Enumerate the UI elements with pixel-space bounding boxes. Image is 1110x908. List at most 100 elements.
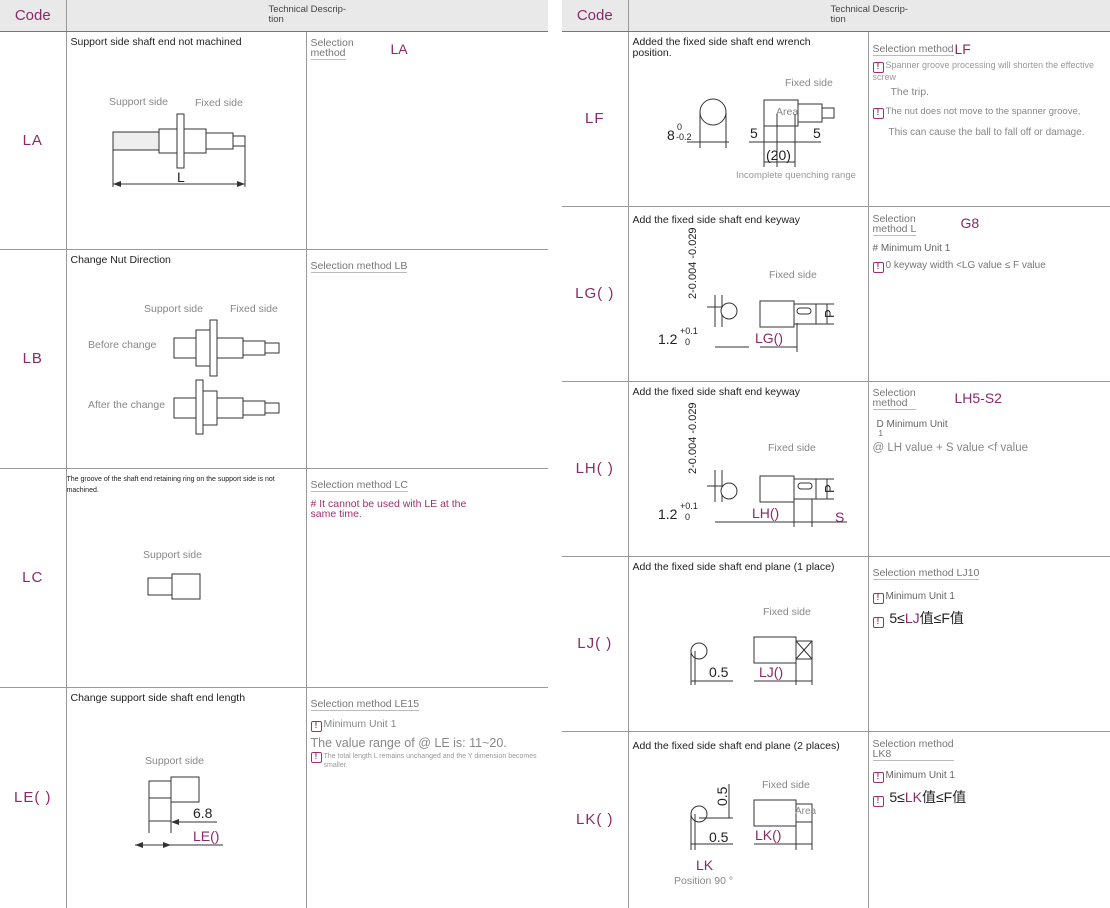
dim-lj: LJ() bbox=[759, 664, 783, 680]
label-fixed-side: Fixed side bbox=[762, 779, 810, 791]
sel-lk-title: Selection method LK8 bbox=[872, 737, 954, 761]
sel-lf-value: LF bbox=[954, 40, 971, 57]
diagram-lh: 2-0.004 -0.029 1.2 +0.1 0 Fixed side P L… bbox=[658, 402, 847, 527]
sel-lc: Selection method LC # It cannot be used … bbox=[306, 468, 548, 688]
sel-lg: Selection method L G8 # Minimum Unit 1 ! 0… bbox=[868, 206, 1110, 382]
right-header-row: Code Technical Descrip-tion bbox=[562, 0, 1110, 32]
dim-8-sup: 0 bbox=[677, 122, 682, 132]
header-description: Technical Descrip-tion bbox=[66, 0, 548, 32]
label-fixed-side: Fixed side bbox=[768, 442, 816, 454]
exclamation-box-icon: ! bbox=[310, 720, 322, 732]
sel-lh: Selection method LH5-S2 D Minimum Unit 1 @… bbox=[868, 381, 1110, 557]
desc-lg: Add the fixed side shaft end keyway 2-0.… bbox=[628, 206, 869, 382]
desc-lc: The groove of the shaft end retaining ri… bbox=[66, 468, 307, 688]
left-header-row: Code Technical Descrip-tion bbox=[0, 0, 548, 32]
sel-lj-title: Selection method LJ10 bbox=[872, 566, 980, 580]
sel-lj: Selection method LJ10 ! Minimum Unit 1 ! … bbox=[868, 556, 1110, 732]
diagram-la: Support side Fixed side L bbox=[109, 96, 245, 187]
dim-1-2-sub: 0 bbox=[685, 337, 690, 347]
label-support-side: Support side bbox=[109, 96, 168, 108]
sel-la-value: LA bbox=[390, 40, 408, 57]
sel-lf-note2: ! The nut does not move to the spanner gr… bbox=[872, 106, 1107, 119]
row-lf: LF Added the fixed side shaft end wrench… bbox=[562, 31, 1110, 207]
code-lf: LF bbox=[562, 31, 629, 207]
exclamation-box-icon: ! bbox=[872, 107, 884, 119]
desc-lk: Add the fixed side shaft end plane (2 pl… bbox=[628, 731, 869, 908]
sel-lc-title: Selection method LC bbox=[310, 478, 408, 492]
dim-1-2: 1.2 bbox=[658, 331, 678, 347]
diagram-lc: Support side bbox=[143, 549, 202, 599]
desc-lf: Added the fixed side shaft end wrench po… bbox=[628, 31, 869, 207]
code-lb: LB bbox=[0, 249, 67, 469]
sel-lg-title: Selection method L bbox=[872, 212, 917, 236]
sel-lf-title: Selection method bbox=[872, 42, 954, 56]
row-la: LA Support side shaft end not machined S… bbox=[0, 31, 548, 250]
header-description: Technical Descrip-tion bbox=[628, 0, 1110, 32]
dim-l: L bbox=[177, 169, 185, 185]
sel-lf-note2b: This can cause the ball to fall off or d… bbox=[888, 126, 1085, 138]
dim-lk: LK() bbox=[755, 827, 781, 843]
label-fixed-side: Fixed side bbox=[195, 97, 243, 109]
dim-5b: 5 bbox=[813, 125, 821, 141]
dim-8-sub: -0.2 bbox=[676, 132, 692, 142]
diagram-lb: Support side Fixed side Before change Af… bbox=[88, 303, 279, 434]
exclamation-box-icon: ! bbox=[310, 751, 322, 763]
dim-5a: 5 bbox=[750, 125, 758, 141]
row-le: LE( ) Change support side shaft end leng… bbox=[0, 687, 548, 908]
dim-1-2: 1.2 bbox=[658, 506, 678, 522]
row-lc: LC The groove of the shaft end retaining… bbox=[0, 468, 548, 688]
header-code: Code bbox=[562, 0, 629, 32]
code-la: LA bbox=[0, 31, 67, 250]
sel-lh-note1: D Minimum Unit 1 bbox=[873, 417, 1107, 438]
sel-la-title: Selection method bbox=[310, 36, 354, 60]
dim-p: P bbox=[822, 484, 837, 493]
desc-la: Support side shaft end not machined Supp… bbox=[66, 31, 307, 250]
label-support-side: Support side bbox=[145, 755, 204, 767]
label-fixed-side: Fixed side bbox=[785, 77, 833, 89]
row-lk: LK( ) Add the fixed side shaft end plane… bbox=[562, 731, 1110, 908]
sel-lk: Selection method LK8 ! Minimum Unit 1 ! 5≤… bbox=[868, 731, 1110, 908]
label-fixed-side: Fixed side bbox=[230, 303, 278, 315]
sel-le-note3: ! The total length L remains unchanged an… bbox=[310, 751, 545, 770]
sel-lg-note1: # Minimum Unit 1 bbox=[872, 242, 951, 254]
sel-lg-note2: ! 0 keyway width <LG value ≤ F value bbox=[872, 260, 1107, 273]
row-lg: LG( ) Add the fixed side shaft end keywa… bbox=[562, 206, 1110, 382]
desc-lh: Add the fixed side shaft end keyway 2-0.… bbox=[628, 381, 869, 557]
sel-lf-note1b: The trip. bbox=[890, 85, 930, 98]
dim-6-8: 6.8 bbox=[193, 805, 213, 821]
exclamation-box-icon: ! bbox=[872, 261, 884, 273]
sel-lc-note: # It cannot be used with LE at the same … bbox=[310, 497, 467, 520]
dim-le: LE() bbox=[193, 828, 219, 844]
label-support-side: Support side bbox=[144, 303, 203, 315]
diagram-lg: 2-0.004 -0.029 1.2 +0.1 0 Fixed side P L… bbox=[658, 227, 837, 352]
label-fixed-side: Fixed side bbox=[763, 606, 811, 618]
header-code: Code bbox=[0, 0, 67, 32]
code-lh: LH( ) bbox=[562, 381, 629, 557]
exclamation-box-icon: ! bbox=[872, 795, 884, 807]
desc-le: Change support side shaft end length Sup… bbox=[66, 687, 307, 908]
sel-lk-note1: ! Minimum Unit 1 bbox=[872, 770, 1107, 783]
sel-lh-value: LH5-S2 bbox=[954, 389, 1002, 406]
label-fixed-side: Fixed side bbox=[769, 269, 817, 281]
row-lh: LH( ) Add the fixed side shaft end keywa… bbox=[562, 381, 1110, 557]
dim-1-2-sub: 0 bbox=[685, 512, 690, 522]
row-lj: LJ( ) Add the fixed side shaft end plane… bbox=[562, 556, 1110, 732]
label-before-change: Before change bbox=[88, 339, 156, 351]
sel-lg-value: G8 bbox=[960, 214, 980, 231]
dim-0-5-horizontal: 0.5 bbox=[709, 829, 729, 845]
code-lg: LG( ) bbox=[562, 206, 629, 382]
desc-lj: Add the fixed side shaft end plane (1 pl… bbox=[628, 556, 869, 732]
dim-0-5: 0.5 bbox=[709, 664, 729, 680]
sel-lj-note2: ! 5≤LJ值≤F值 bbox=[872, 608, 1107, 628]
label-support-side: Support side bbox=[143, 549, 202, 561]
sel-lk-note2: ! 5≤LK值≤F值 bbox=[872, 787, 1107, 807]
sel-lj-note1: ! Minimum Unit 1 bbox=[872, 591, 1107, 604]
dim-s: S bbox=[835, 509, 844, 525]
sel-lf: Selection method LF ! Spanner groove proc… bbox=[868, 31, 1110, 207]
sel-le-title: Selection method LE15 bbox=[310, 697, 420, 711]
label-position: Position 90 ° bbox=[674, 875, 733, 887]
exclamation-box-icon: ! bbox=[872, 616, 884, 628]
sel-lh-title: Selection method bbox=[872, 386, 916, 410]
desc-lb: Change Nut Direction Support side Fixed … bbox=[66, 249, 307, 469]
sel-le-note2: The value range of @ LE is: 11~20. bbox=[310, 735, 507, 750]
